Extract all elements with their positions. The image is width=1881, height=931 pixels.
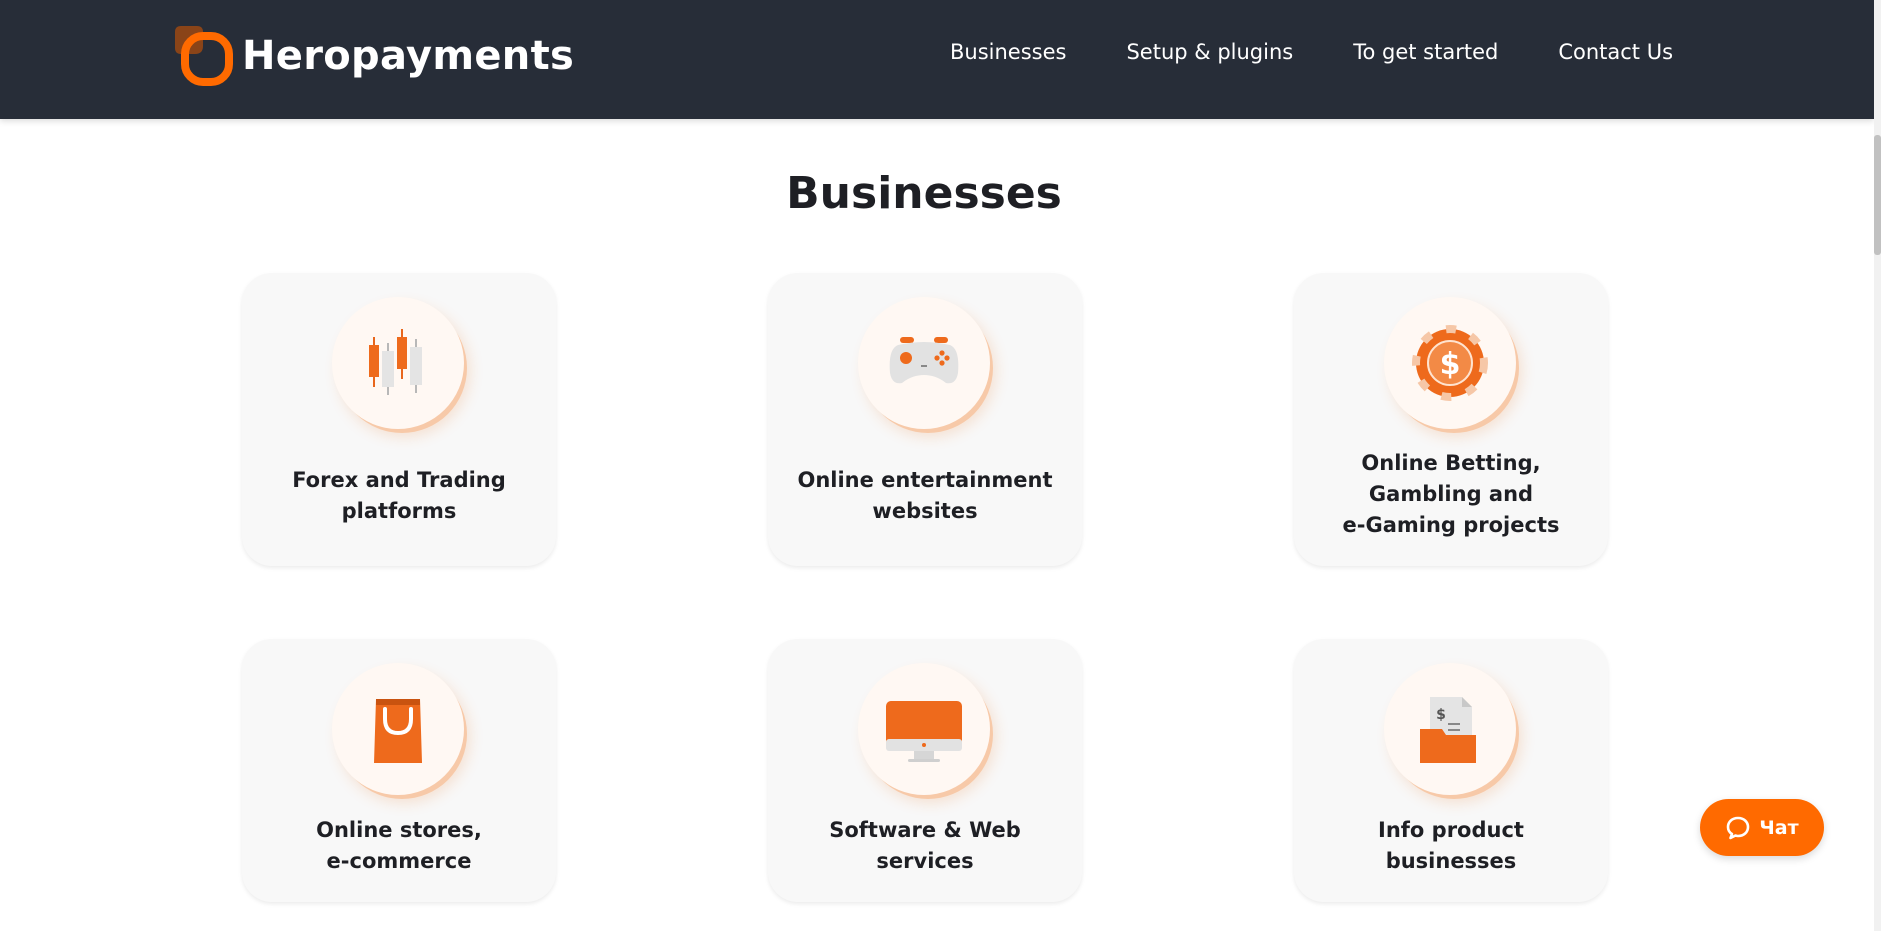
site-header: Heropayments Businesses Setup & plugins … — [0, 0, 1874, 119]
document-folder-icon: $ — [1420, 697, 1476, 763]
main-nav: Businesses Setup & plugins To get starte… — [950, 40, 1673, 64]
business-card-betting[interactable]: $ Online Betting, Gambling and e-Gaming … — [1294, 273, 1608, 566]
card-icon-circle — [332, 663, 464, 795]
business-card-entertainment[interactable]: Online entertainment websites — [768, 273, 1082, 566]
card-label: Software & Web services — [829, 818, 1021, 873]
section-title: Businesses — [786, 168, 1062, 219]
business-card-software[interactable]: Software & Web services — [768, 639, 1082, 902]
nav-get-started[interactable]: To get started — [1353, 40, 1498, 64]
nav-businesses[interactable]: Businesses — [950, 40, 1066, 64]
chat-button[interactable]: Чат — [1700, 799, 1824, 856]
brand-name: Heropayments — [242, 32, 575, 79]
nav-contact-us[interactable]: Contact Us — [1558, 40, 1673, 64]
casino-chip-icon: $ — [1412, 325, 1488, 401]
business-card-ecommerce[interactable]: Online stores, e-commerce — [242, 639, 556, 902]
card-icon-circle — [858, 663, 990, 795]
business-card-info-product[interactable]: $ Info product businesses — [1294, 639, 1608, 902]
svg-text:$: $ — [1440, 347, 1461, 382]
card-icon-circle: $ — [1384, 297, 1516, 429]
monitor-icon — [886, 701, 962, 762]
logo-mark-icon — [171, 24, 234, 87]
gamepad-icon — [889, 337, 959, 384]
card-icon-circle: $ — [1384, 663, 1516, 795]
shopping-bag-icon — [374, 699, 422, 763]
nav-setup-plugins[interactable]: Setup & plugins — [1126, 40, 1293, 64]
scrollbar-thumb[interactable] — [1874, 135, 1881, 255]
card-label: Online entertainment websites — [797, 468, 1053, 523]
card-label: Online stores, e-commerce — [316, 818, 482, 873]
business-card-forex[interactable]: Forex and Trading platforms — [242, 273, 556, 566]
card-icon-circle — [332, 297, 464, 429]
svg-text:$: $ — [1436, 707, 1446, 723]
candlestick-chart-icon — [369, 329, 422, 395]
chat-bubble-icon — [1727, 816, 1750, 839]
card-label: Info product businesses — [1378, 818, 1524, 873]
card-icon-circle — [858, 297, 990, 429]
brand-logo[interactable]: Heropayments — [171, 24, 574, 87]
page-scrollbar[interactable] — [1874, 0, 1881, 931]
chat-label: Чат — [1759, 816, 1799, 839]
card-label: Forex and Trading platforms — [292, 468, 506, 523]
card-label: Online Betting, Gambling and e-Gaming pr… — [1342, 451, 1560, 537]
